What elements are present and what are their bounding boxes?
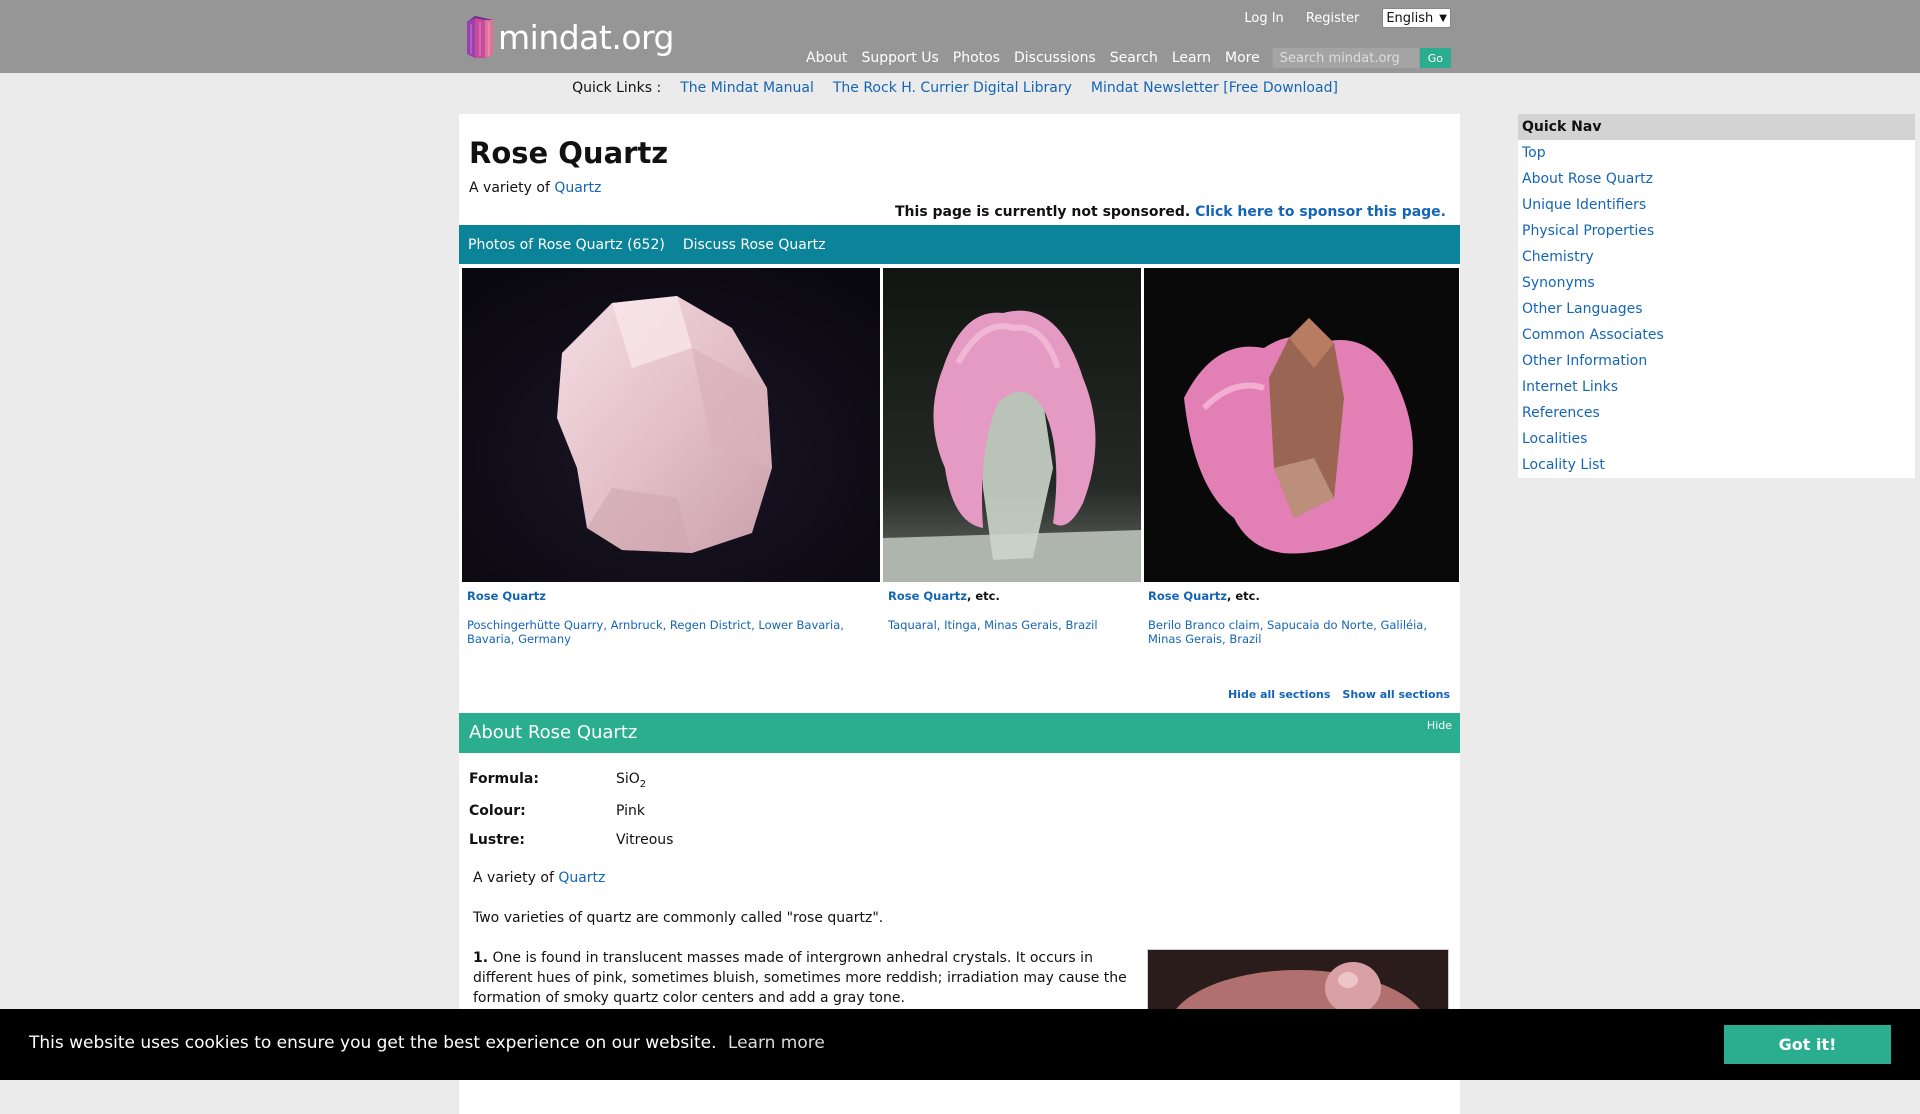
sponsor-link[interactable]: Click here to sponsor this page.	[1195, 204, 1446, 220]
lustre-label: Lustre:	[469, 832, 525, 848]
quick-nav-internet-links[interactable]: Internet Links	[1518, 374, 1915, 400]
quick-link-library[interactable]: The Rock H. Currier Digital Library	[833, 80, 1072, 96]
quick-links: Quick Links : The Mindat Manual The Rock…	[0, 80, 1920, 96]
quick-nav-title: Quick Nav	[1518, 114, 1915, 140]
photo-2-mineral-link[interactable]: Rose Quartz	[888, 589, 967, 603]
about-variety-line: A variety of Quartz	[473, 868, 605, 888]
site-header: mindat.org Log In Register English ▼ Abo…	[0, 0, 1920, 73]
photo-3[interactable]	[1144, 268, 1459, 582]
photo-1-caption: Rose Quartz Poschingerhütte Quarry, Arnb…	[467, 589, 867, 646]
quick-nav-localities[interactable]: Localities	[1518, 426, 1915, 452]
site-logo[interactable]: mindat.org	[465, 14, 674, 60]
photo-1-mineral-link[interactable]: Rose Quartz	[467, 589, 546, 603]
nav-photos[interactable]: Photos	[953, 50, 1000, 66]
chevron-down-icon: ▼	[1439, 12, 1447, 24]
formula-label: Formula:	[469, 771, 539, 787]
photo-1[interactable]	[462, 268, 880, 582]
photo-2-suffix: , etc.	[967, 589, 1000, 603]
paragraph-2-text: One is found in translucent masses made …	[473, 950, 1127, 1006]
colour-row: Colour: Pink	[469, 803, 645, 819]
formula-value: SiO2	[616, 771, 647, 790]
lustre-value: Vitreous	[616, 832, 674, 848]
about-section-title: About Rose Quartz	[469, 722, 638, 743]
quick-link-manual[interactable]: The Mindat Manual	[680, 80, 814, 96]
nav-support-us[interactable]: Support Us	[861, 50, 938, 66]
about-variety-prefix: A variety of	[473, 870, 554, 886]
cookie-banner: This website uses cookies to ensure you …	[0, 1009, 1920, 1080]
language-select[interactable]: English ▼	[1382, 8, 1451, 28]
photo-3-mineral-link[interactable]: Rose Quartz	[1148, 589, 1227, 603]
quick-nav-unique-identifiers[interactable]: Unique Identifiers	[1518, 192, 1915, 218]
logo-text: mindat.org	[498, 17, 674, 57]
section-controls: Hide all sections Show all sections	[1228, 688, 1450, 701]
cookie-learn-more-link[interactable]: Learn more	[728, 1033, 825, 1053]
quick-nav-about[interactable]: About Rose Quartz	[1518, 166, 1915, 192]
quick-links-label: Quick Links :	[572, 80, 662, 96]
variety-link[interactable]: Quartz	[554, 180, 601, 196]
cookie-message: This website uses cookies to ensure you …	[29, 1033, 717, 1053]
about-section-header: About Rose Quartz Hide	[459, 713, 1460, 753]
quick-nav-synonyms[interactable]: Synonyms	[1518, 270, 1915, 296]
about-variety-link[interactable]: Quartz	[558, 870, 605, 886]
quick-nav-chemistry[interactable]: Chemistry	[1518, 244, 1915, 270]
about-paragraph-1: Two varieties of quartz are commonly cal…	[473, 910, 884, 926]
photo-1-locality-link[interactable]: Poschingerhütte Quarry, Arnbruck, Regen …	[467, 618, 844, 646]
nav-more[interactable]: More	[1225, 50, 1260, 66]
login-link[interactable]: Log In	[1233, 11, 1294, 26]
photo-3-locality-link[interactable]: Berilo Branco claim, Sapucaia do Norte, …	[1148, 618, 1427, 646]
page-title: Rose Quartz	[469, 136, 669, 170]
main-content: Rose Quartz A variety of Quartz This pag…	[459, 114, 1460, 1114]
search-input[interactable]: Search mindat.org	[1271, 47, 1420, 69]
nav-search[interactable]: Search	[1110, 50, 1158, 66]
quick-nav-common-associates[interactable]: Common Associates	[1518, 322, 1915, 348]
page-tabs: Photos of Rose Quartz (652) Discuss Rose…	[459, 225, 1460, 264]
language-value: English	[1386, 10, 1434, 26]
formula-row: Formula: SiO2	[469, 771, 646, 790]
tab-discuss[interactable]: Discuss Rose Quartz	[683, 237, 826, 253]
cookie-message-line: This website uses cookies to ensure you …	[29, 1033, 825, 1053]
quick-nav-other-information[interactable]: Other Information	[1518, 348, 1915, 374]
lustre-row: Lustre: Vitreous	[469, 832, 673, 848]
quick-nav-locality-list[interactable]: Locality List	[1518, 452, 1915, 478]
quick-nav-physical-properties[interactable]: Physical Properties	[1518, 218, 1915, 244]
quick-link-newsletter[interactable]: Mindat Newsletter [Free Download]	[1091, 80, 1338, 96]
nav-discussions[interactable]: Discussions	[1014, 50, 1096, 66]
quick-nav-other-languages[interactable]: Other Languages	[1518, 296, 1915, 322]
cookie-accept-button[interactable]: Got it!	[1724, 1025, 1891, 1064]
main-nav: About Support Us Photos Discussions Sear…	[792, 47, 1451, 69]
quick-nav-top[interactable]: Top	[1518, 140, 1915, 166]
register-link[interactable]: Register	[1295, 11, 1371, 26]
hide-all-sections-link[interactable]: Hide all sections	[1228, 688, 1330, 701]
sponsor-notice: This page is currently not sponsored. Cl…	[895, 204, 1446, 220]
tab-photos[interactable]: Photos of Rose Quartz (652)	[468, 237, 665, 253]
about-hide-link[interactable]: Hide	[1427, 719, 1452, 732]
variety-prefix: A variety of	[469, 180, 550, 196]
show-all-sections-link[interactable]: Show all sections	[1342, 688, 1450, 701]
sponsor-text: This page is currently not sponsored.	[895, 204, 1191, 220]
photo-3-suffix: , etc.	[1227, 589, 1260, 603]
nav-about[interactable]: About	[806, 50, 847, 66]
photo-2-caption: Rose Quartz, etc. Taquaral, Itinga, Mina…	[888, 589, 1138, 632]
logo-crystal-icon	[465, 16, 495, 58]
photo-3-caption: Rose Quartz, etc. Berilo Branco claim, S…	[1148, 589, 1448, 646]
colour-label: Colour:	[469, 803, 526, 819]
photo-2[interactable]	[883, 268, 1141, 582]
colour-value: Pink	[616, 803, 646, 819]
photo-2-locality-link[interactable]: Taquaral, Itinga, Minas Gerais, Brazil	[888, 618, 1098, 632]
variety-line: A variety of Quartz	[469, 180, 601, 196]
quick-nav-references[interactable]: References	[1518, 400, 1915, 426]
account-links: Log In Register English ▼	[1233, 8, 1451, 28]
about-paragraph-2: 1. One is found in translucent masses ma…	[473, 948, 1133, 1008]
nav-learn[interactable]: Learn	[1172, 50, 1211, 66]
paragraph-number: 1.	[473, 950, 489, 966]
search-go-button[interactable]: Go	[1419, 48, 1451, 68]
quick-nav: Quick Nav Top About Rose Quartz Unique I…	[1518, 114, 1915, 478]
